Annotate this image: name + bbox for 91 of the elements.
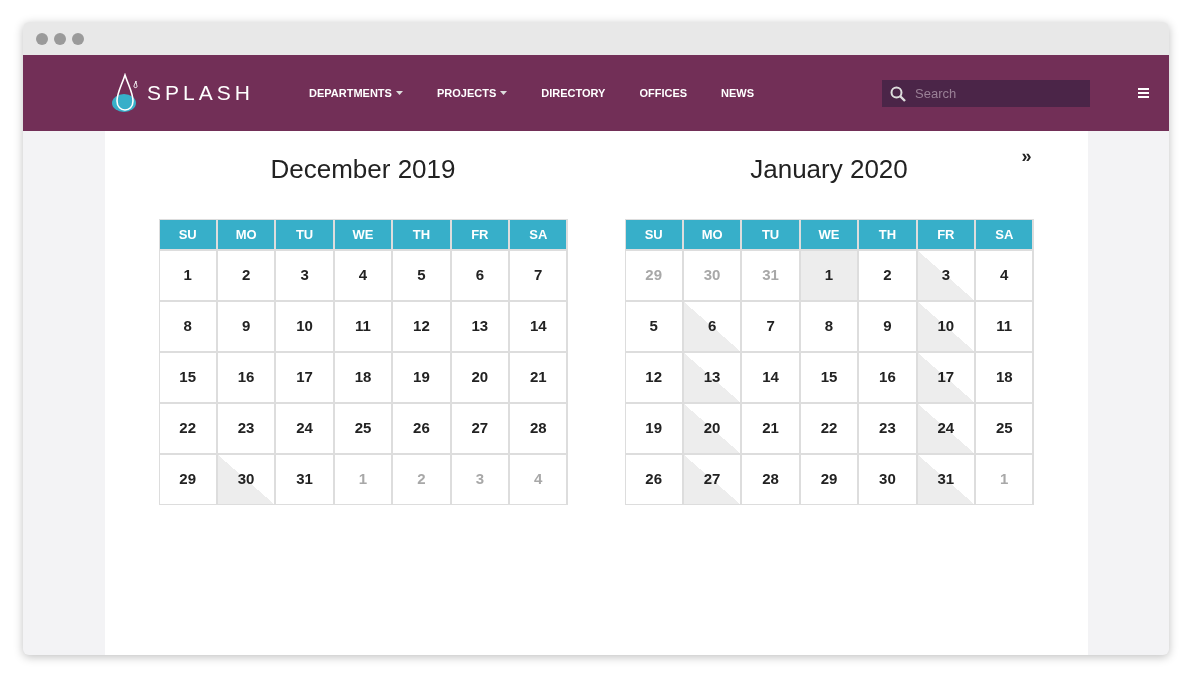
day-cell[interactable]: 12 [625,353,682,402]
day-cell[interactable]: 1 [159,251,216,300]
weekday-header: TH [859,220,916,249]
day-cell[interactable]: 17 [276,353,333,402]
day-cell[interactable]: 9 [859,302,916,351]
day-cell[interactable]: 13 [451,302,509,351]
day-cell[interactable]: 3 [917,251,975,300]
day-cell[interactable]: 27 [451,404,509,453]
day-cell[interactable]: 14 [510,302,567,351]
day-cell[interactable]: 22 [159,404,216,453]
day-cell[interactable]: 8 [159,302,216,351]
day-cell[interactable]: 7 [510,251,567,300]
next-month-button[interactable]: » [1021,143,1032,170]
day-cell[interactable]: 20 [451,353,509,402]
day-cell[interactable]: 13 [683,353,741,402]
weekday-header: SU [159,220,216,249]
day-cell[interactable]: 5 [393,251,450,300]
day-cell[interactable]: 7 [742,302,799,351]
day-cell[interactable]: 19 [393,353,450,402]
nav-link[interactable]: DEPARTMENTS [309,84,403,102]
day-cell[interactable]: 14 [742,353,799,402]
nav-link[interactable]: NEWS [721,84,755,102]
day-cell[interactable]: 30 [217,455,275,504]
day-cell[interactable]: 15 [159,353,216,402]
day-cell[interactable]: 15 [800,353,858,402]
weekday-header: SU [625,220,682,249]
weekday-header: WE [334,220,392,249]
search-field[interactable]: Search [882,79,1090,107]
day-cell[interactable]: 31 [276,455,333,504]
day-cell[interactable]: 25 [976,404,1033,453]
day-cell[interactable]: 5 [625,302,682,351]
weekday-header: SA [976,220,1033,249]
day-cell[interactable]: 16 [217,353,275,402]
weekday-header: MO [217,220,275,249]
day-cell[interactable]: 10 [276,302,333,351]
weekday-header: WE [800,220,858,249]
day-cell[interactable]: 2 [859,251,916,300]
day-cell[interactable]: 31 [917,455,975,504]
nav-link[interactable]: DIRECTORY [541,84,606,102]
day-cell[interactable]: 6 [683,302,741,351]
day-cell[interactable]: 22 [800,404,858,453]
day-cell[interactable]: 20 [683,404,741,453]
day-cell[interactable]: 11 [334,302,392,351]
day-cell[interactable]: 21 [510,353,567,402]
day-cell[interactable]: 9 [217,302,275,351]
day-cell[interactable]: 28 [742,455,799,504]
day-cell[interactable]: 21 [742,404,799,453]
weekday-header: FR [917,220,975,249]
day-cell[interactable]: 19 [625,404,682,453]
day-cell[interactable]: 11 [976,302,1033,351]
day-cell[interactable]: 10 [917,302,975,351]
nav-link[interactable]: OFFICES [639,84,688,102]
day-cell[interactable]: 26 [393,404,450,453]
day-cell[interactable]: 30 [859,455,916,504]
day-cell[interactable]: 17 [917,353,975,402]
day-cell[interactable]: 18 [334,353,392,402]
weekday-header: SA [510,220,567,249]
month-title: December 2019 [270,153,456,186]
day-cell[interactable]: 29 [800,455,858,504]
day-cell[interactable]: 16 [859,353,916,402]
day-cell[interactable]: 24 [276,404,333,453]
day-cell[interactable]: 27 [683,455,741,504]
weekday-header: TU [276,220,333,249]
nav-link[interactable]: PROJECTS [436,84,508,102]
day-cell[interactable]: 23 [859,404,916,453]
menu-icon[interactable] [1138,88,1149,98]
day-cell[interactable]: 23 [217,404,275,453]
month-title: January 2020 [750,153,908,186]
logo-text[interactable]: SPLASH [147,77,254,109]
caret-icon [395,91,403,95]
weekday-header: TU [742,220,799,249]
day-cell[interactable]: 28 [510,404,567,453]
day-cell[interactable]: 12 [393,302,450,351]
day-cell[interactable]: 1 [800,251,858,300]
weekday-header: MO [683,220,741,249]
water-drop-logo-icon [111,73,141,113]
day-cell[interactable]: 2 [217,251,275,300]
search-icon [890,85,906,102]
day-cell[interactable]: 25 [334,404,392,453]
day-cell[interactable]: 4 [976,251,1033,300]
caret-icon [500,91,508,95]
day-cell[interactable]: 29 [159,455,216,504]
day-cell[interactable]: 26 [625,455,682,504]
day-cell[interactable]: 8 [800,302,858,351]
weekday-header: TH [393,220,450,249]
day-cell[interactable]: 24 [917,404,975,453]
weekday-header: FR [451,220,509,249]
day-cell[interactable]: 6 [451,251,509,300]
day-cell[interactable]: 3 [276,251,333,300]
day-cell[interactable]: 4 [334,251,392,300]
day-cell[interactable]: 18 [976,353,1033,402]
